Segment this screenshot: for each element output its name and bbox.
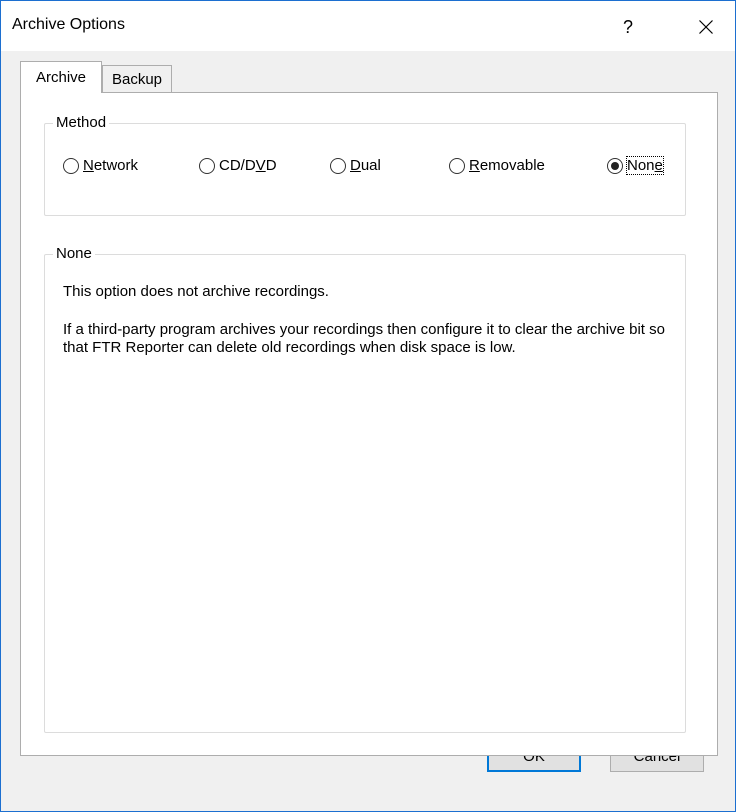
radio-removable[interactable]: Removable — [449, 157, 545, 174]
accel-v: V — [255, 157, 266, 174]
radio-removable-circle — [449, 157, 465, 174]
tab-archive[interactable]: Archive — [20, 61, 102, 93]
radio-selected-dot — [611, 161, 619, 170]
radio-none-label: None — [626, 156, 664, 175]
tab-archive-label: Archive — [35, 69, 87, 86]
method-legend: Method — [53, 114, 110, 131]
accel-r: R — [469, 157, 480, 174]
info-groupbox: None This option does not archive record… — [44, 245, 686, 733]
accel-n: N — [83, 157, 94, 174]
title-bar: Archive Options ? — [1, 1, 735, 51]
radio-dual[interactable]: Dual — [330, 157, 381, 174]
close-icon — [699, 20, 713, 34]
accel-d: D — [350, 157, 361, 174]
tab-backup[interactable]: Backup — [102, 65, 172, 93]
archive-options-dialog: Archive Options ? Archive Backup Method … — [0, 0, 736, 812]
archive-tab-panel: Method Network CD/DVD Dual Removable Non… — [20, 92, 718, 756]
radio-none-circle — [607, 157, 623, 174]
accel-e: e — [654, 157, 663, 174]
radio-none[interactable]: None — [607, 156, 664, 175]
help-icon: ? — [622, 16, 633, 37]
method-groupbox: Method Network CD/DVD Dual Removable Non… — [44, 114, 686, 216]
info-legend: None — [53, 245, 95, 262]
close-button[interactable] — [681, 7, 731, 47]
radio-network-circle — [63, 157, 79, 174]
tab-backup-label: Backup — [111, 71, 163, 88]
description-line-1: This option does not archive recordings. — [63, 283, 329, 300]
radio-cd-dvd[interactable]: CD/DVD — [199, 157, 277, 174]
radio-dual-label: Dual — [350, 157, 381, 174]
radio-network-label: Network — [83, 157, 139, 174]
dialog-title: Archive Options — [12, 16, 125, 33]
radio-cd-dvd-label: CD/DVD — [219, 157, 277, 174]
description-line-2: If a third-party program archives your r… — [63, 321, 665, 356]
radio-dual-circle — [330, 157, 346, 174]
radio-network[interactable]: Network — [63, 157, 138, 174]
radio-removable-label: Removable — [469, 157, 545, 174]
radio-cd-dvd-circle — [199, 157, 215, 174]
help-button[interactable]: ? — [603, 7, 653, 47]
